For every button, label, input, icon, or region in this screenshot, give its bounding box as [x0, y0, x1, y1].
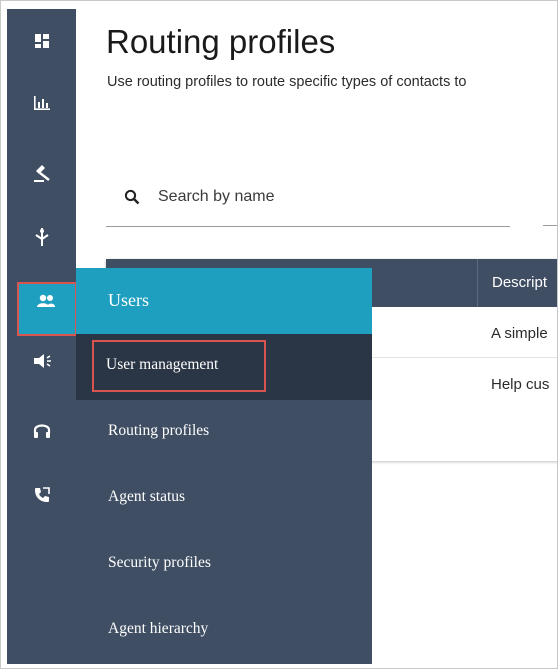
channels-icon[interactable]	[7, 217, 76, 257]
flyout-title: Users	[108, 290, 149, 310]
search-box[interactable]	[106, 171, 510, 227]
users-icon[interactable]	[11, 281, 80, 321]
table-cell-description: Help cus	[491, 376, 550, 393]
table-cell-description: A simple	[491, 325, 548, 342]
secondary-filter-underline	[543, 225, 557, 226]
search-input[interactable]	[156, 181, 480, 213]
search-icon	[124, 189, 140, 205]
campaigns-icon[interactable]	[7, 341, 76, 381]
app-window: Routing profiles Use routing profiles to…	[0, 0, 558, 669]
headset-icon[interactable]	[7, 411, 76, 451]
menu-item-security-profiles[interactable]: Security profiles	[76, 532, 372, 598]
column-header-description[interactable]: Descript	[477, 259, 547, 307]
page-title: Routing profiles	[106, 23, 336, 60]
page-subtitle: Use routing profiles to route specific t…	[107, 74, 467, 90]
menu-item-label: Agent hierarchy	[108, 620, 209, 637]
phone-icon[interactable]	[7, 475, 76, 515]
menu-item-label: Agent status	[108, 488, 186, 505]
users-flyout-menu: Users User management Routing profiles A…	[76, 268, 372, 664]
menu-item-label: Security profiles	[108, 554, 211, 571]
menu-item-routing-profiles[interactable]: Routing profiles	[76, 400, 372, 466]
nav-rail	[7, 9, 77, 664]
menu-item-agent-hierarchy[interactable]: Agent hierarchy	[76, 598, 372, 664]
flyout-header: Users	[76, 268, 372, 334]
menu-item-label: User management	[106, 356, 219, 373]
dashboard-icon[interactable]	[7, 21, 76, 61]
metrics-icon[interactable]	[7, 83, 76, 123]
menu-item-agent-status[interactable]: Agent status	[76, 466, 372, 532]
routing-icon[interactable]	[7, 153, 76, 193]
menu-item-user-management[interactable]: User management	[76, 334, 372, 400]
menu-item-label: Routing profiles	[108, 422, 210, 439]
